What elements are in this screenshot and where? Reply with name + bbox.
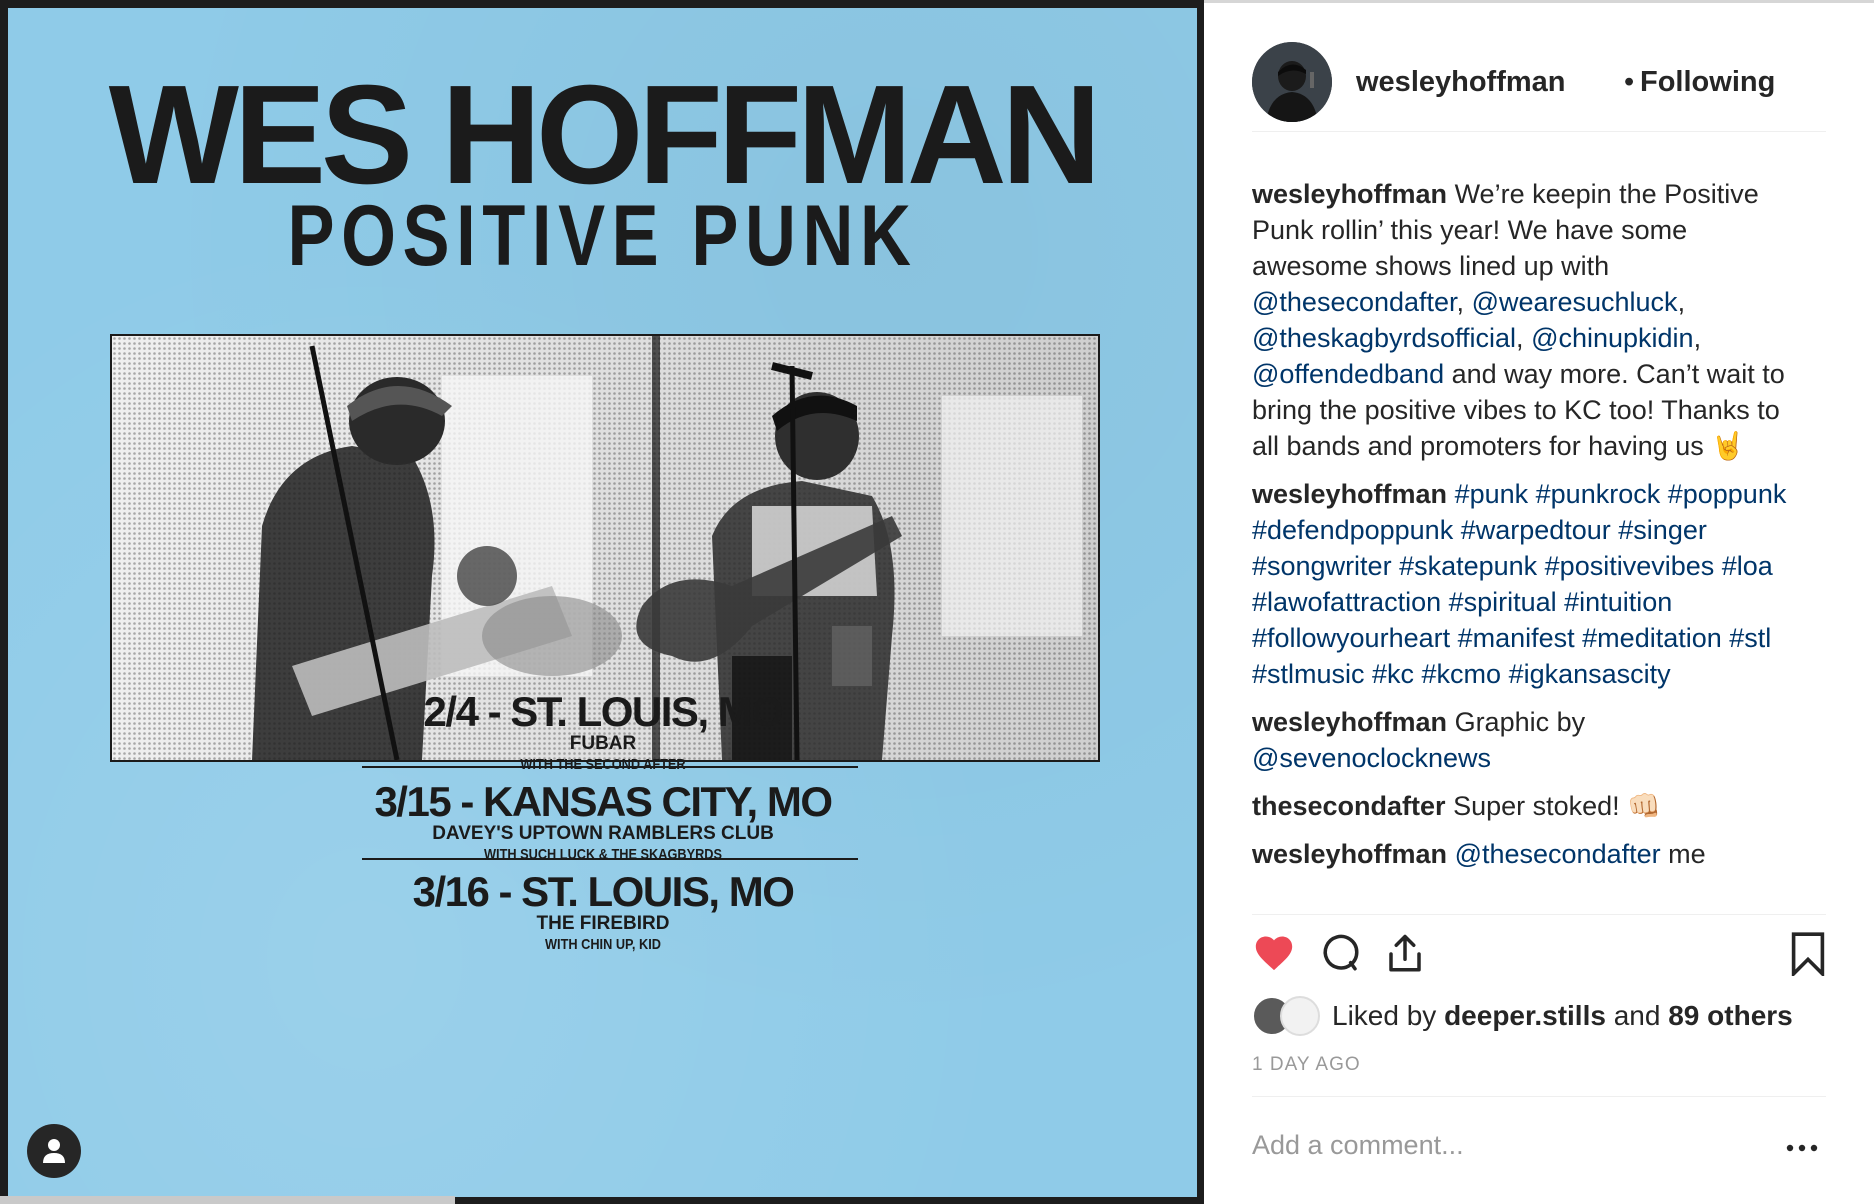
avatar[interactable]	[1252, 42, 1332, 122]
show-listing: 3/16 - ST. LOUIS, MO THE FIREBIRD WITH C…	[308, 870, 898, 956]
likes-prefix: Liked by	[1332, 1000, 1445, 1031]
comment-text	[1447, 479, 1455, 509]
show-venue: THE FIREBIRD	[536, 913, 670, 934]
comment-text: Graphic by	[1447, 707, 1586, 737]
horizontal-scrollbar[interactable]	[0, 1196, 455, 1204]
divider	[1252, 914, 1826, 915]
heart-filled-icon[interactable]	[1252, 932, 1296, 977]
action-bar	[1252, 932, 1826, 990]
comment-username[interactable]: wesleyhoffman	[1252, 839, 1447, 869]
comment-link[interactable]: @wearesuchluck	[1472, 287, 1678, 317]
comment-link[interactable]: @offendedband	[1252, 359, 1444, 389]
header-separator: •	[1624, 66, 1635, 98]
share-icon[interactable]	[1384, 932, 1426, 981]
comment-text: me	[1660, 839, 1706, 869]
comment-text: ,	[1516, 323, 1532, 353]
likes-summary[interactable]: Liked by deeper.stills and 89 others	[1252, 996, 1826, 1040]
header-username[interactable]: wesleyhoffman	[1356, 66, 1566, 99]
comment-item: wesleyhoffman #punk #punkrock #poppunk #…	[1252, 476, 1792, 692]
show-support: WITH SUCH LUCK & THE SKAGBYRDS	[484, 846, 722, 863]
comment-username[interactable]: wesleyhoffman	[1252, 479, 1447, 509]
liker-username[interactable]: deeper.stills	[1444, 1000, 1606, 1031]
likes-middle: and	[1605, 1000, 1669, 1031]
poster-artwork: WES HOFFMAN POSITIVE PUNK 2/4 - ST. LOUI…	[8, 8, 1197, 1197]
post-image[interactable]: WES HOFFMAN POSITIVE PUNK 2/4 - ST. LOUI…	[0, 0, 1204, 1204]
comment-link[interactable]: #punk #punkrock #poppunk #defendpoppunk …	[1252, 479, 1786, 689]
comment-link[interactable]: @thesecondafter	[1455, 839, 1661, 869]
show-venue: FUBAR	[569, 733, 637, 754]
likes-count[interactable]: 89 others	[1668, 1000, 1793, 1031]
more-options-icon[interactable]	[1786, 1140, 1818, 1158]
add-comment-input[interactable]: Add a comment...	[1252, 1130, 1464, 1161]
show-date: 2/4 - ST. LOUIS, MO	[423, 688, 784, 735]
following-button[interactable]: Following	[1640, 66, 1775, 99]
divider	[1252, 1096, 1826, 1097]
post-header: wesleyhoffman • Following	[1252, 42, 1822, 122]
panel-top-border	[1204, 0, 1874, 3]
show-support: WITH THE SECOND AFTER	[520, 756, 686, 773]
comment-item: wesleyhoffman We’re keepin the Positive …	[1252, 176, 1792, 464]
comment-text: ,	[1456, 287, 1472, 317]
comment-text: Super stoked! 👊🏻	[1445, 791, 1661, 821]
comment-item: thesecondafter Super stoked! 👊🏻	[1252, 788, 1792, 824]
comment-link[interactable]: @chinupkidin	[1531, 323, 1694, 353]
show-support: WITH CHIN UP, KID	[545, 936, 661, 953]
comment-text: ,	[1693, 323, 1702, 353]
show-listing: 2/4 - ST. LOUIS, MO FUBAR WITH THE SECON…	[308, 690, 898, 776]
show-date: 3/15 - KANSAS CITY, MO	[374, 778, 833, 825]
comment-link[interactable]: @sevenoclocknews	[1252, 743, 1491, 773]
comment-text: ,	[1677, 287, 1686, 317]
show-venue: DAVEY'S UPTOWN RAMBLERS CLUB	[432, 823, 774, 844]
comment-text	[1447, 839, 1455, 869]
tagged-user-icon[interactable]	[27, 1124, 81, 1178]
show-divider	[362, 766, 858, 768]
comment-bubble-icon[interactable]	[1320, 932, 1362, 979]
bookmark-icon[interactable]	[1790, 932, 1826, 981]
comment-item: wesleyhoffman Graphic by @sevenoclocknew…	[1252, 704, 1792, 776]
poster-album-title: POSITIVE PUNK	[287, 188, 918, 284]
comment-username[interactable]: thesecondafter	[1252, 791, 1446, 821]
liker-avatar	[1280, 996, 1320, 1036]
show-date: 3/16 - ST. LOUIS, MO	[412, 868, 795, 915]
show-divider	[362, 858, 858, 860]
comment-item: wesleyhoffman @thesecondafter me	[1252, 836, 1792, 872]
comment-username[interactable]: wesleyhoffman	[1252, 179, 1447, 209]
post-side-panel: wesleyhoffman • Following wesleyhoffman …	[1204, 0, 1874, 1204]
divider	[1252, 131, 1826, 132]
comment-link[interactable]: @thesecondafter	[1252, 287, 1457, 317]
comment-username[interactable]: wesleyhoffman	[1252, 707, 1447, 737]
comment-link[interactable]: @theskagbyrdsofficial	[1252, 323, 1516, 353]
show-listing: 3/15 - KANSAS CITY, MO DAVEY'S UPTOWN RA…	[308, 780, 898, 866]
post-timestamp[interactable]: 1 DAY AGO	[1252, 1054, 1361, 1076]
likes-text[interactable]: Liked by deeper.stills and 89 others	[1332, 1000, 1793, 1032]
comments-list[interactable]: wesleyhoffman We’re keepin the Positive …	[1252, 176, 1792, 914]
